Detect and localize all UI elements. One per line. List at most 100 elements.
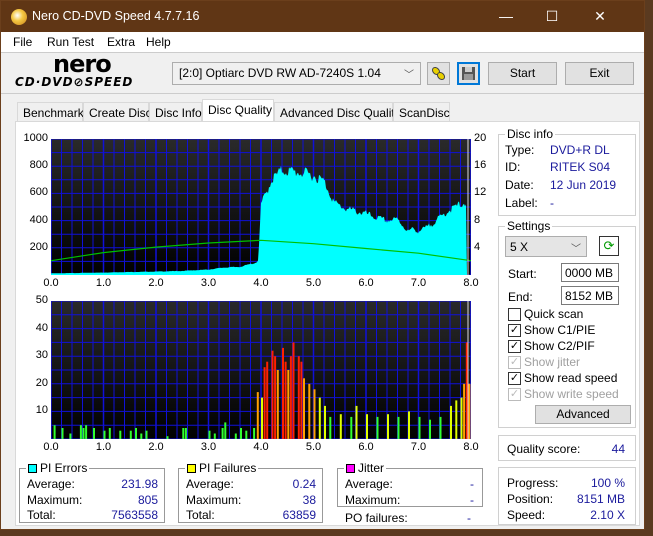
- progress-group: Progress: 100 % Position: 8151 MB Speed:…: [498, 467, 636, 525]
- tab-create-disc[interactable]: Create Disc: [83, 102, 152, 122]
- minimize-button[interactable]: —: [483, 1, 529, 32]
- app-window: Nero CD-DVD Speed 4.7.7.16 — ☐ ✕ File Ru…: [0, 0, 645, 530]
- menu-run-test[interactable]: Run Test: [47, 35, 94, 49]
- pi-failure-bar: [166, 436, 169, 439]
- po-failures-value: -: [467, 511, 471, 525]
- jitter-stats: Jitter Average: - Maximum: -: [337, 461, 483, 507]
- drive-select[interactable]: [2:0] Optiarc DVD RW AD-7240S 1.04 ﹀: [172, 62, 421, 85]
- pi-failure-bar: [256, 392, 259, 439]
- pi-failure-bar: [69, 433, 72, 439]
- end-input[interactable]: 8152 MB: [561, 286, 619, 305]
- type-value: DVD+R DL: [550, 143, 610, 157]
- x-tick-label: 6.0: [358, 277, 374, 289]
- pi-failure-bar: [93, 428, 95, 439]
- checkbox-show-read-speed[interactable]: ✓: [508, 372, 521, 385]
- speed-select-value: 5 X: [510, 240, 529, 254]
- date-label: Date:: [505, 178, 534, 192]
- y-tick-label: 800: [29, 159, 48, 172]
- tab-benchmark[interactable]: Benchmark: [17, 102, 84, 122]
- advanced-button[interactable]: Advanced: [535, 405, 631, 424]
- pi-failure-bar: [108, 428, 111, 439]
- x-tick-label: 4.0: [253, 441, 269, 453]
- maximize-button[interactable]: ☐: [529, 1, 575, 32]
- position-value: 8151 MB: [576, 492, 625, 506]
- save-button[interactable]: [457, 62, 480, 85]
- jitter-swatch: [346, 464, 355, 473]
- pi-failure-bar: [224, 422, 227, 439]
- pi-failures-stats: PI Failures Average: 0.24 Maximum: 38 To…: [178, 461, 323, 523]
- pi-failure-bar: [318, 397, 321, 439]
- tab-scandisc[interactable]: ScanDisc: [393, 102, 450, 122]
- start-button[interactable]: Start: [488, 62, 557, 85]
- type-label: Type:: [505, 143, 535, 157]
- x-tick-label: 0.0: [43, 441, 59, 453]
- pi-failures-chart-svg: [50, 300, 472, 440]
- tab-disc-quality[interactable]: Disc Quality: [202, 99, 274, 122]
- y-tick-label: 20: [35, 376, 48, 389]
- x-tick-label: 3.0: [200, 277, 217, 289]
- pi-failure-bar: [263, 367, 266, 439]
- pi-failure-bar: [284, 361, 287, 439]
- pi-failure-bar: [339, 414, 342, 439]
- x-tick-label: 5.0: [305, 441, 322, 453]
- pi-failure-bar: [221, 428, 224, 439]
- pi-failure-bar: [289, 356, 292, 439]
- pi-failure-bar: [276, 370, 279, 439]
- checkbox-show-c1-pie[interactable]: ✓: [508, 324, 521, 337]
- pi-failures-title-text: PI Failures: [199, 461, 257, 475]
- title-bar: Nero CD-DVD Speed 4.7.7.16 — ☐ ✕: [1, 1, 644, 32]
- checkbox-label: Show C1/PIE: [524, 323, 596, 337]
- pi-failure-bar: [253, 428, 256, 439]
- pi-failure-bar: [468, 383, 471, 439]
- pi-failure-bar: [213, 433, 216, 439]
- pi-failure-bar: [79, 425, 82, 439]
- pi-failure-bar: [300, 361, 303, 439]
- tab-advanced-disc-quality[interactable]: Advanced Disc Quality: [274, 102, 401, 122]
- chain-link-icon: [431, 66, 446, 81]
- quality-score-value: 44: [611, 442, 625, 456]
- exit-button[interactable]: Exit: [565, 62, 634, 85]
- checkbox-show-c2-pif[interactable]: ✓: [508, 340, 521, 353]
- speed-label: Speed:: [507, 508, 546, 522]
- eject-link-button[interactable]: [427, 62, 450, 85]
- close-button[interactable]: ✕: [577, 1, 623, 32]
- pi-failure-bar: [297, 356, 300, 439]
- jitter-maximum-value: -: [470, 493, 474, 507]
- save-icon: [462, 67, 475, 80]
- tab-disc-info[interactable]: Disc Info: [149, 102, 202, 122]
- disc-info-title: Disc info: [505, 127, 556, 141]
- y-tick-label: 10: [35, 404, 48, 417]
- checkbox-quick-scan[interactable]: [508, 308, 521, 321]
- pi-failure-bar: [455, 400, 458, 439]
- pi-failure-bar: [184, 428, 187, 439]
- pi-errors-average-value: 231.98: [121, 477, 158, 491]
- pi-failure-bar: [463, 383, 466, 439]
- pi-failures-maximum-label: Maximum:: [186, 493, 242, 507]
- pi-failure-bar: [450, 405, 452, 439]
- speed-select[interactable]: 5 X ﹀: [505, 236, 587, 257]
- refresh-button[interactable]: ⟳: [599, 236, 619, 256]
- logo-subtitle: CD·DVD⊘SPEED: [15, 75, 134, 89]
- pi-failures-total-label: Total:: [186, 508, 215, 522]
- pi-errors-average-label: Average:: [27, 477, 75, 491]
- pi-failure-bar: [408, 411, 410, 439]
- pi-failure-bar: [418, 416, 421, 439]
- pi-failure-bar: [85, 425, 88, 439]
- pi-failure-bar: [140, 433, 143, 439]
- pi-failure-bar: [329, 416, 332, 439]
- pi-failure-bar: [439, 416, 442, 439]
- checkbox-label: Show jitter: [524, 355, 581, 369]
- menu-help[interactable]: Help: [146, 35, 171, 49]
- pi-errors-title-text: PI Errors: [40, 461, 88, 475]
- pi-failure-bar: [129, 430, 132, 439]
- jitter-title: Jitter: [344, 461, 387, 475]
- x-tick-label: 2.0: [148, 277, 164, 289]
- pi-failure-bar: [245, 430, 248, 439]
- start-input[interactable]: 0000 MB: [561, 263, 619, 282]
- x-tick-label: 4.0: [253, 277, 269, 289]
- pi-failure-bar: [240, 428, 242, 439]
- menu-extra[interactable]: Extra: [107, 35, 135, 49]
- end-label: End:: [508, 290, 533, 304]
- pi-errors-chart: [50, 138, 472, 276]
- menu-file[interactable]: File: [13, 35, 32, 49]
